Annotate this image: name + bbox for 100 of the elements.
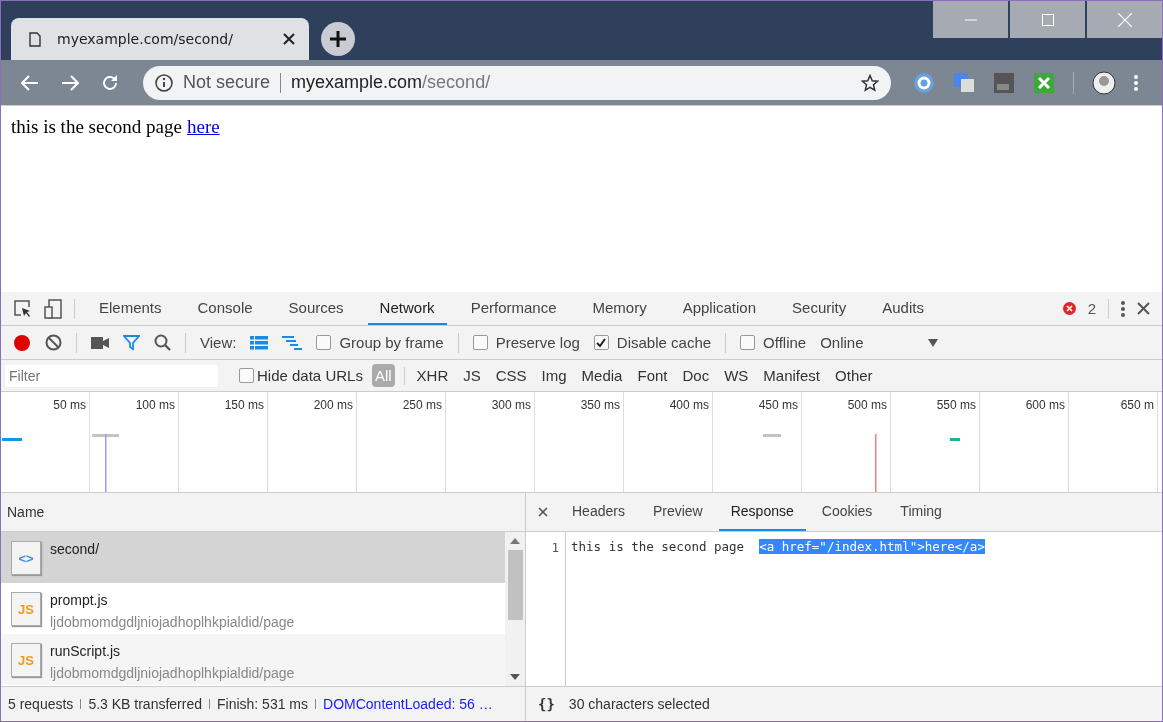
selected-code: <a href="/index.html">here</a> [759, 539, 985, 554]
type-filter-button[interactable]: Manifest [760, 364, 824, 387]
status-text: 5.3 KB transferred [88, 696, 202, 712]
menu-icon[interactable] [1134, 74, 1138, 91]
minimize-icon [964, 18, 977, 21]
request-path: ljdobmomdgdljniojadhoplhkpialdid/page [50, 614, 295, 630]
star-icon[interactable] [861, 73, 879, 92]
type-filter-button[interactable]: Font [634, 364, 671, 387]
devtools-tab[interactable]: Application [670, 292, 769, 325]
inspect-icon[interactable] [14, 299, 32, 318]
status-text[interactable]: DOMContentLoaded: 56 … [323, 696, 493, 712]
tick-label: 550 ms [936, 398, 976, 412]
scroll-down-icon[interactable] [510, 674, 520, 680]
view-label: View: [200, 334, 237, 351]
devtools-tab[interactable]: Network [367, 292, 447, 325]
detail-tab[interactable]: Timing [888, 493, 954, 531]
line-number: 1 [550, 540, 559, 555]
checkbox-label[interactable]: Group by frame [339, 334, 444, 351]
detail-tab[interactable]: Cookies [809, 493, 885, 531]
checkbox[interactable] [316, 335, 332, 350]
clear-icon[interactable] [45, 334, 62, 351]
dropdown-caret-icon[interactable] [927, 338, 938, 347]
tick-label: 450 ms [758, 398, 798, 412]
request-row[interactable]: <> second/ [1, 532, 505, 583]
devtools-tab[interactable]: Performance [458, 292, 569, 325]
search-icon[interactable] [154, 334, 171, 351]
tick-label: 100 ms [135, 398, 175, 412]
filter-icon[interactable] [123, 334, 140, 351]
file-icon: JS [11, 643, 41, 677]
tab-title: myexample.com/second/ [57, 31, 234, 47]
request-name: runScript.js [50, 643, 122, 659]
devtools-tab[interactable]: Console [185, 292, 265, 325]
reload-icon[interactable] [101, 73, 119, 92]
page-icon [29, 31, 41, 47]
request-name: second/ [50, 541, 100, 557]
type-filter-button[interactable]: JS [460, 364, 484, 387]
tick-label: 350 ms [580, 398, 620, 412]
tick-label: 600 ms [1025, 398, 1065, 412]
filter-field[interactable]: Filter [5, 364, 218, 387]
checkbox[interactable] [593, 335, 609, 350]
page-link[interactable]: here [186, 116, 220, 138]
checkbox-label[interactable]: Disable cache [616, 334, 712, 351]
type-filter-button[interactable]: CSS [492, 364, 530, 387]
info-icon[interactable] [155, 73, 173, 92]
tick-label: 650 m [1120, 398, 1154, 412]
checkbox-label[interactable]: Offline [763, 334, 807, 351]
file-icon: JS [11, 592, 41, 626]
tick-label: 150 ms [224, 398, 264, 412]
error-count[interactable]: 2 [1087, 300, 1096, 317]
close-icon[interactable] [1137, 302, 1150, 315]
type-filter-button[interactable]: XHR [413, 364, 452, 387]
close-icon [1117, 12, 1132, 27]
browser-tab[interactable]: myexample.com/second/ [11, 18, 309, 60]
checkbox[interactable] [740, 335, 756, 350]
detail-tab[interactable]: Preview [640, 493, 715, 531]
throttle-dropdown[interactable]: Online [820, 334, 864, 351]
device-icon[interactable] [44, 298, 62, 319]
record-button[interactable] [13, 333, 31, 352]
type-filter-button[interactable]: Doc [679, 364, 713, 387]
scroll-up-icon[interactable] [510, 538, 520, 544]
waterfall-view-icon[interactable] [282, 335, 303, 350]
type-filter-button[interactable]: Other [832, 364, 876, 387]
type-filter-button[interactable]: WS [721, 364, 752, 387]
tick-label: 400 ms [669, 398, 709, 412]
security-label: Not secure [183, 72, 271, 93]
devtools-tab[interactable]: Elements [87, 292, 174, 325]
back-icon[interactable] [21, 74, 39, 91]
forward-icon[interactable] [61, 74, 79, 91]
avatar-icon[interactable] [1092, 70, 1116, 95]
tick-label: 50 ms [53, 398, 86, 412]
tick-label: 250 ms [402, 398, 442, 412]
devtools-tab[interactable]: Security [780, 292, 859, 325]
devtools-tab[interactable]: Sources [276, 292, 356, 325]
checkbox[interactable] [472, 335, 488, 350]
status-text: Finish: 531 ms [217, 696, 309, 712]
pretty-print-button[interactable]: {} [538, 696, 555, 712]
checkbox-label[interactable]: Preserve log [495, 334, 580, 351]
close-icon[interactable] [283, 33, 295, 45]
close-icon[interactable] [538, 507, 548, 517]
devtools-tab[interactable]: Audits [870, 292, 936, 325]
camera-icon[interactable] [91, 336, 109, 349]
type-filter-button[interactable]: Img [538, 364, 570, 387]
request-row[interactable]: JS runScript.js ljdobmomdgdljniojadhoplhkpialdid/page [1, 634, 505, 685]
list-view-icon[interactable] [250, 335, 269, 350]
code-text: this is the second page [571, 539, 746, 554]
tick-label: 200 ms [313, 398, 353, 412]
maximize-icon [1041, 13, 1054, 26]
status-text: 30 characters selected [568, 696, 710, 712]
status-text: 5 requests [8, 696, 74, 712]
new-tab-button[interactable] [321, 22, 355, 56]
address-bar[interactable]: Not secure myexample.com/second/ [143, 65, 891, 100]
type-filter-button[interactable]: Media [578, 364, 626, 387]
devtools-tab[interactable]: Memory [580, 292, 659, 325]
detail-tab[interactable]: Headers [560, 493, 637, 531]
checkbox[interactable] [239, 368, 254, 383]
tick-label: 300 ms [491, 398, 531, 412]
error-icon[interactable] [1062, 302, 1076, 315]
request-name: prompt.js [50, 592, 109, 608]
checkbox-label[interactable]: Hide data URLs [257, 367, 363, 384]
more-icon[interactable] [1121, 300, 1125, 317]
